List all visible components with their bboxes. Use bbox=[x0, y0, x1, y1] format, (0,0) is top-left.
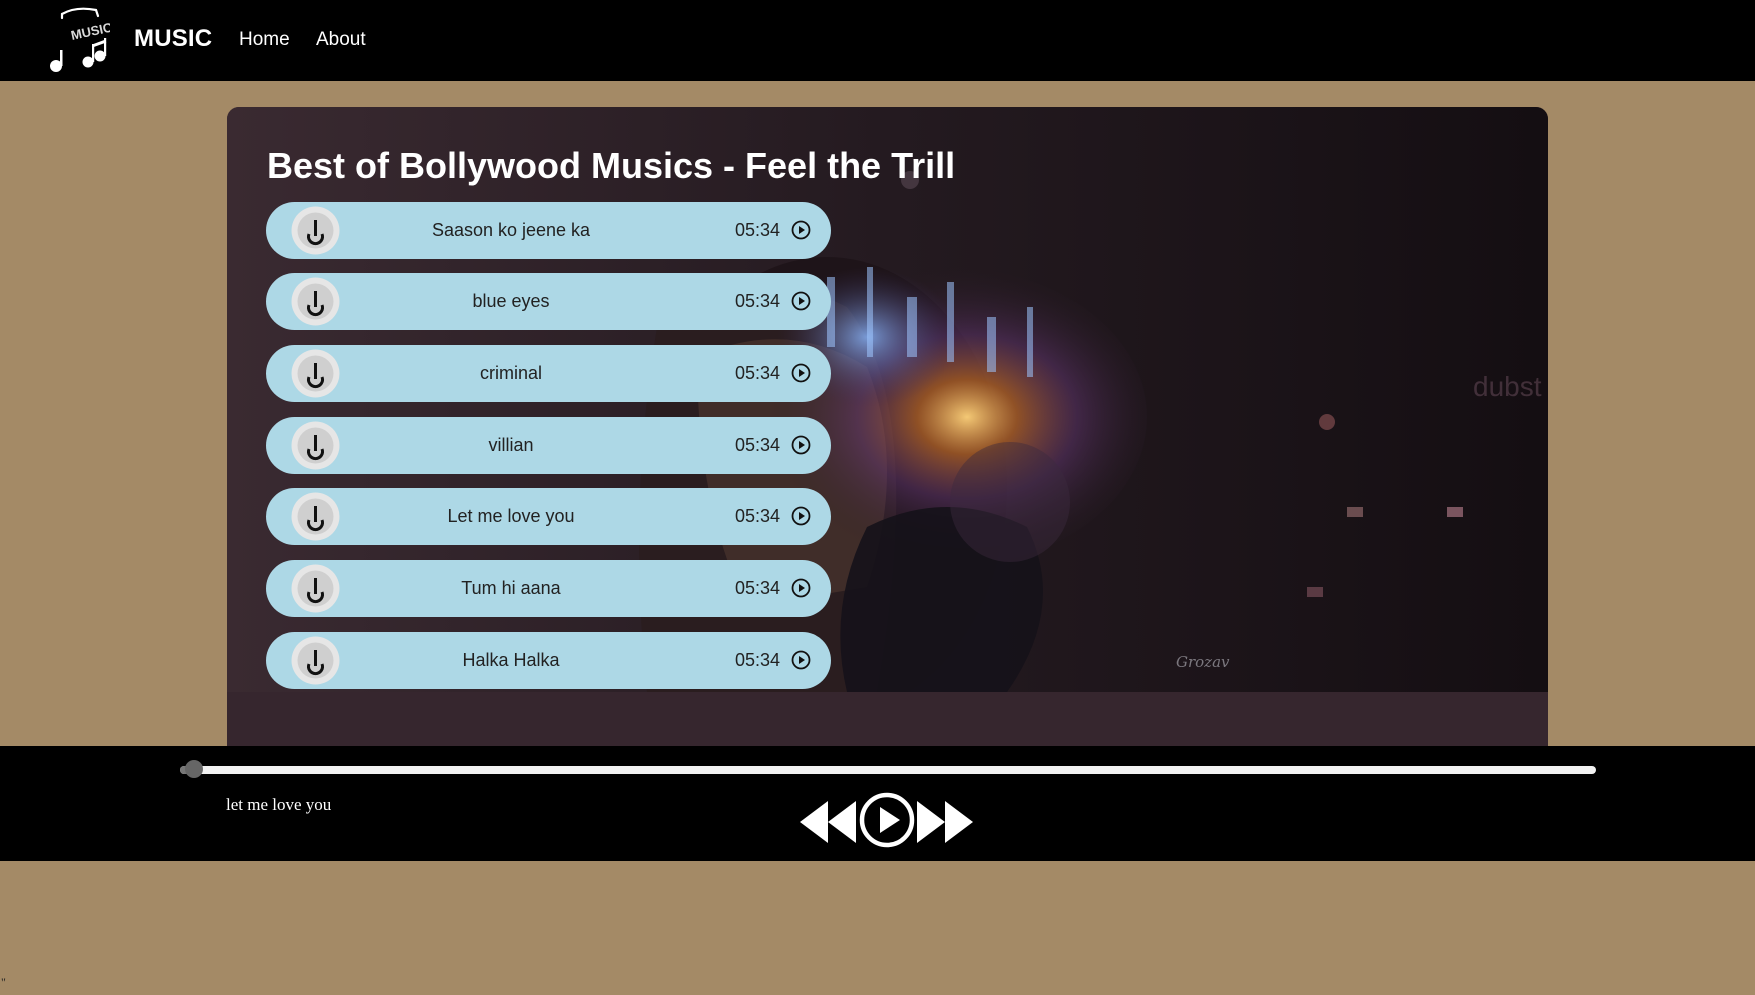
song-title: blue eyes bbox=[472, 291, 550, 311]
play-circle-icon[interactable] bbox=[791, 220, 811, 240]
next-icon[interactable] bbox=[916, 799, 976, 845]
song-title: villian bbox=[488, 435, 534, 455]
song-title: Halka Halka bbox=[462, 650, 560, 670]
play-circle-icon[interactable] bbox=[791, 363, 811, 383]
song-duration: 05:34 bbox=[735, 363, 781, 383]
playlist-panel: dubst Grozav Best of Bollywood Musics - … bbox=[227, 107, 1548, 747]
song-thumbnail-icon bbox=[291, 206, 340, 255]
song-title: Saason ko jeene ka bbox=[431, 220, 591, 240]
song-thumbnail-icon bbox=[291, 349, 340, 398]
nav-about-link[interactable]: About bbox=[316, 29, 366, 51]
artist-signature: Grozav bbox=[1176, 653, 1230, 671]
play-circle-icon[interactable] bbox=[791, 650, 811, 670]
song-duration: 05:34 bbox=[735, 435, 781, 455]
stray-footer-text: " bbox=[1, 975, 6, 989]
song-thumbnail-icon bbox=[291, 564, 340, 613]
top-navbar: MUSIC MUSIC Home About bbox=[0, 0, 1755, 81]
panel-footer-strip bbox=[227, 692, 1548, 747]
song-duration: 05:34 bbox=[735, 291, 781, 311]
song-item[interactable]: Tum hi aana 05:34 bbox=[266, 560, 831, 617]
play-circle-icon[interactable] bbox=[791, 506, 811, 526]
playlist-title: Best of Bollywood Musics - Feel the Tril… bbox=[267, 145, 956, 186]
song-duration: 05:34 bbox=[735, 220, 781, 240]
song-thumbnail-icon bbox=[291, 421, 340, 470]
bottom-player-bar: let me love you bbox=[0, 746, 1755, 861]
song-thumbnail-icon bbox=[291, 636, 340, 685]
music-logo[interactable]: MUSIC bbox=[42, 4, 110, 76]
song-duration: 05:34 bbox=[735, 506, 781, 526]
song-item[interactable]: Let me love you 05:34 bbox=[266, 488, 831, 545]
song-item[interactable]: Saason ko jeene ka 05:34 bbox=[266, 202, 831, 259]
song-title: criminal bbox=[479, 363, 542, 383]
play-circle-icon[interactable] bbox=[791, 578, 811, 598]
progress-thumb[interactable] bbox=[185, 760, 204, 778]
song-item[interactable]: criminal 05:34 bbox=[266, 345, 831, 402]
play-icon[interactable] bbox=[859, 792, 915, 848]
song-item[interactable]: Halka Halka 05:34 bbox=[266, 632, 831, 689]
song-thumbnail-icon bbox=[291, 492, 340, 541]
song-thumbnail-icon bbox=[291, 277, 340, 326]
song-duration: 05:34 bbox=[735, 578, 781, 598]
song-duration: 05:34 bbox=[735, 650, 781, 670]
brand-title[interactable]: MUSIC bbox=[134, 25, 212, 53]
song-title: Let me love you bbox=[447, 506, 575, 526]
nav-home-link[interactable]: Home bbox=[239, 29, 290, 51]
logo-text: MUSIC bbox=[70, 19, 110, 43]
play-circle-icon[interactable] bbox=[791, 291, 811, 311]
now-playing-title: let me love you bbox=[226, 795, 332, 814]
song-item[interactable]: blue eyes 05:34 bbox=[266, 273, 831, 330]
song-item[interactable]: villian 05:34 bbox=[266, 417, 831, 474]
progress-bar[interactable] bbox=[180, 766, 1596, 774]
background-watermark-text: dubst bbox=[1473, 371, 1542, 402]
previous-icon[interactable] bbox=[797, 799, 857, 845]
song-title: Tum hi aana bbox=[461, 578, 561, 598]
play-circle-icon[interactable] bbox=[791, 435, 811, 455]
